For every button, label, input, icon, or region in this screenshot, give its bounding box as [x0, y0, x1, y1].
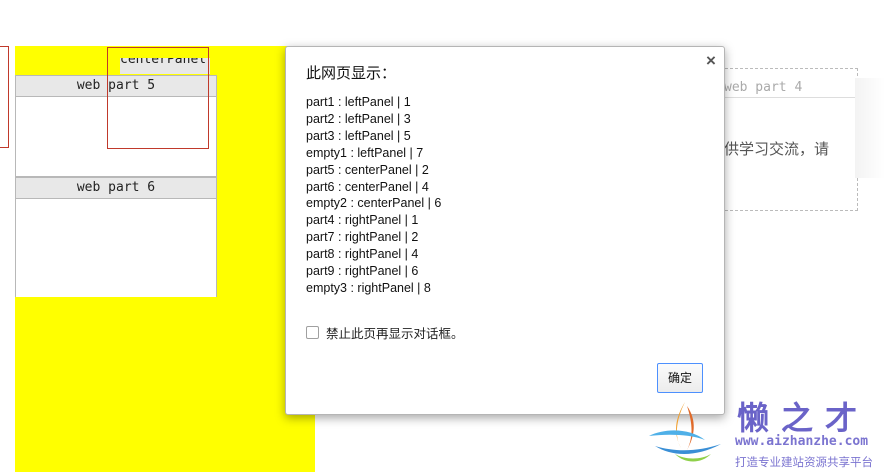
ok-button[interactable]: 确定: [657, 363, 703, 393]
dialog-title: 此网页显示：: [306, 64, 397, 82]
watermark-tagline: 打造专业建站资源共享平台: [735, 455, 873, 469]
message-line: part3 : leftPanel | 5: [306, 128, 411, 143]
suppress-dialogs-checkbox[interactable]: [306, 326, 319, 339]
left-panel-outline: [0, 46, 9, 148]
dialog-message: part1 : leftPanel | 1 part2 : leftPanel …: [306, 94, 441, 297]
alert-dialog: 此网页显示： × part1 : leftPanel | 1 part2 : l…: [285, 46, 725, 415]
message-line: part2 : leftPanel | 3: [306, 111, 411, 126]
message-line: part8 : rightPanel | 4: [306, 247, 419, 262]
watermark-brand: 懒之才: [737, 399, 870, 437]
suppress-dialogs-row: 禁止此页再显示对话框。: [306, 323, 464, 342]
message-line: empty2 : centerPanel | 6: [306, 196, 442, 211]
web-part-6-header[interactable]: web part 6: [16, 178, 216, 199]
message-line: part9 : rightPanel | 6: [306, 264, 419, 279]
watermark-logo-icon: [649, 402, 721, 462]
message-line: part1 : leftPanel | 1: [306, 95, 411, 109]
message-line: part7 : rightPanel | 2: [306, 230, 419, 245]
web-part-4-shadow: [855, 78, 885, 178]
message-line: part4 : rightPanel | 1: [306, 213, 419, 228]
message-line: part6 : centerPanel | 4: [306, 179, 429, 194]
watermark-url: www.aizhanzhe.com: [735, 434, 869, 449]
drag-placeholder-outline: [107, 47, 209, 149]
web-part-4-content: 供学习交流，请: [724, 140, 830, 158]
close-icon[interactable]: ×: [702, 51, 720, 71]
web-part-6: web part 6: [15, 177, 217, 297]
message-line: part5 : centerPanel | 2: [306, 162, 429, 177]
suppress-dialogs-label[interactable]: 禁止此页再显示对话框。: [326, 323, 464, 342]
message-line: empty3 : rightPanel | 8: [306, 280, 431, 295]
message-line: empty1 : leftPanel | 7: [306, 145, 424, 160]
